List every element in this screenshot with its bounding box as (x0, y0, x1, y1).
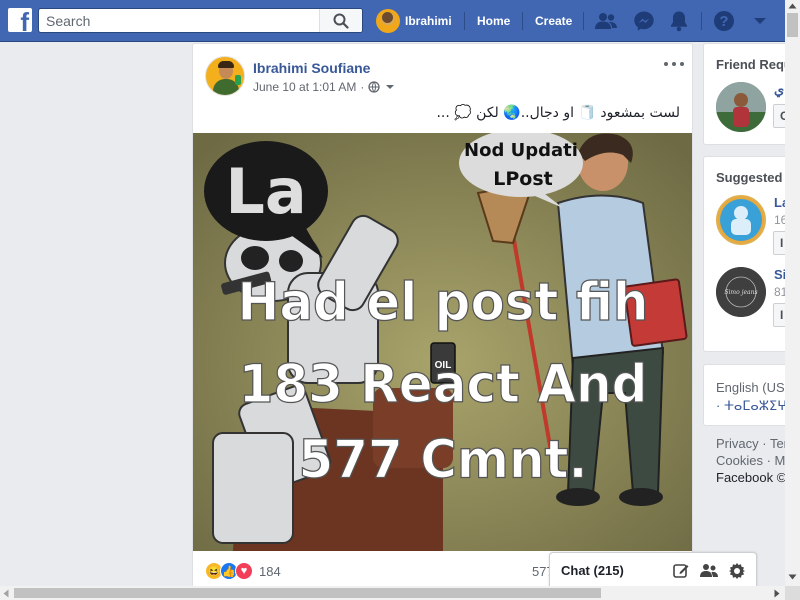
scroll-up-arrow-icon[interactable] (788, 3, 797, 9)
vertical-scroll-thumb[interactable] (787, 13, 798, 37)
post-options-more-icon[interactable] (664, 58, 684, 70)
suggested-page-photo[interactable] (716, 195, 766, 245)
privacy-link[interactable]: Privacy (716, 436, 759, 451)
suggested-pages-card: Suggested La 16 I Simo jeans Si 81 I (703, 156, 793, 352)
friend-request-name[interactable]: ي (774, 82, 784, 98)
globe-privacy-icon[interactable] (368, 81, 381, 93)
chat-label[interactable]: Chat (215) (561, 563, 624, 578)
chat-sidebar-bar[interactable]: Chat (215) (549, 552, 757, 588)
feed-post: Ibrahimi Soufiane June 10 at 1:01 AM · ل… (192, 43, 693, 600)
scroll-left-arrow-icon[interactable] (3, 589, 9, 598)
love-reaction-icon: ♥ (235, 562, 253, 580)
nav-create-link[interactable]: Create (535, 14, 572, 28)
search-button[interactable] (319, 9, 362, 32)
nav-profile-link[interactable]: Ibrahimi (376, 9, 452, 33)
caption-line-3: 577 Cmnt. (299, 429, 588, 490)
nav-divider (583, 12, 584, 30)
nav-user-name: Ibrahimi (405, 14, 452, 28)
caption-line-1: Had el post fih (238, 272, 649, 333)
friend-requests-title: Friend Requ (716, 57, 792, 72)
scroll-down-arrow-icon[interactable] (788, 574, 797, 580)
language-option[interactable]: · ⵜⴰⵎⴰⵣⵉⵖ (716, 398, 787, 414)
audience-dropdown-icon[interactable] (384, 83, 396, 91)
scroll-right-arrow-icon[interactable] (774, 589, 780, 598)
nav-home-link[interactable]: Home (477, 14, 510, 28)
footer-links: Privacy · Ter Cookies · M Facebook © (716, 436, 789, 485)
friend-requests-card: Friend Requ ي C (703, 43, 793, 145)
facebook-logo-letter: f (20, 7, 29, 37)
post-timestamp[interactable]: June 10 at 1:01 AM (253, 80, 356, 94)
post-author-name[interactable]: Ibrahimi Soufiane (253, 60, 370, 76)
bubble-left-text: La (225, 155, 306, 228)
suggested-title: Suggested (716, 170, 783, 185)
caption-line-2: 183 React And (239, 354, 648, 415)
suggested-page-photo[interactable]: Simo jeans (716, 267, 766, 317)
post-author-avatar[interactable] (205, 56, 245, 96)
post-reactions-summary[interactable]: 😆 👍 ♥ 184 (205, 561, 281, 581)
svg-text:?: ? (719, 13, 728, 30)
language-current[interactable]: English (US (716, 380, 785, 395)
search-input[interactable] (39, 9, 321, 32)
top-navigation-bar: f Ibrahimi Home Create ? (0, 0, 785, 42)
reactions-count: 184 (259, 563, 281, 579)
post-image[interactable]: OIL La Nod Updati LPost Had el post fih … (193, 133, 692, 551)
scrollbar-corner (785, 586, 800, 600)
nav-divider (701, 12, 702, 30)
horizontal-scroll-thumb[interactable] (14, 588, 601, 598)
copyright-text: Facebook © (716, 470, 787, 485)
simo-jeans-logo-text: Simo jeans (724, 289, 757, 296)
friend-requests-icon[interactable] (594, 9, 618, 33)
notifications-bell-icon[interactable] (667, 9, 691, 33)
new-message-icon[interactable] (671, 561, 691, 581)
cookies-link[interactable]: Cookies (716, 453, 763, 468)
friend-request-photo[interactable] (716, 82, 766, 132)
account-menu-dropdown-icon[interactable] (748, 9, 772, 33)
vertical-scrollbar[interactable] (785, 0, 800, 586)
bubble-right-line2: LPost (493, 168, 552, 190)
facebook-logo[interactable]: f (8, 7, 32, 37)
messenger-icon[interactable] (632, 9, 656, 33)
more-link[interactable]: M (775, 453, 786, 468)
user-avatar (376, 9, 400, 33)
bubble-right-line1: Nod Updati (464, 140, 578, 161)
nav-divider (464, 12, 465, 30)
new-group-icon[interactable] (699, 561, 719, 581)
nav-divider (522, 12, 523, 30)
language-card (703, 364, 793, 426)
search-box (38, 8, 363, 33)
post-meta: June 10 at 1:01 AM · (253, 80, 396, 94)
post-text: لست بمشعود 🧻 او دجال..🌏 لكن 💭 ... (436, 105, 680, 121)
meta-separator: · (360, 80, 365, 94)
chat-settings-gear-icon[interactable] (727, 561, 747, 581)
search-icon (333, 13, 349, 29)
horizontal-scrollbar[interactable] (0, 586, 785, 600)
help-icon[interactable]: ? (712, 9, 736, 33)
